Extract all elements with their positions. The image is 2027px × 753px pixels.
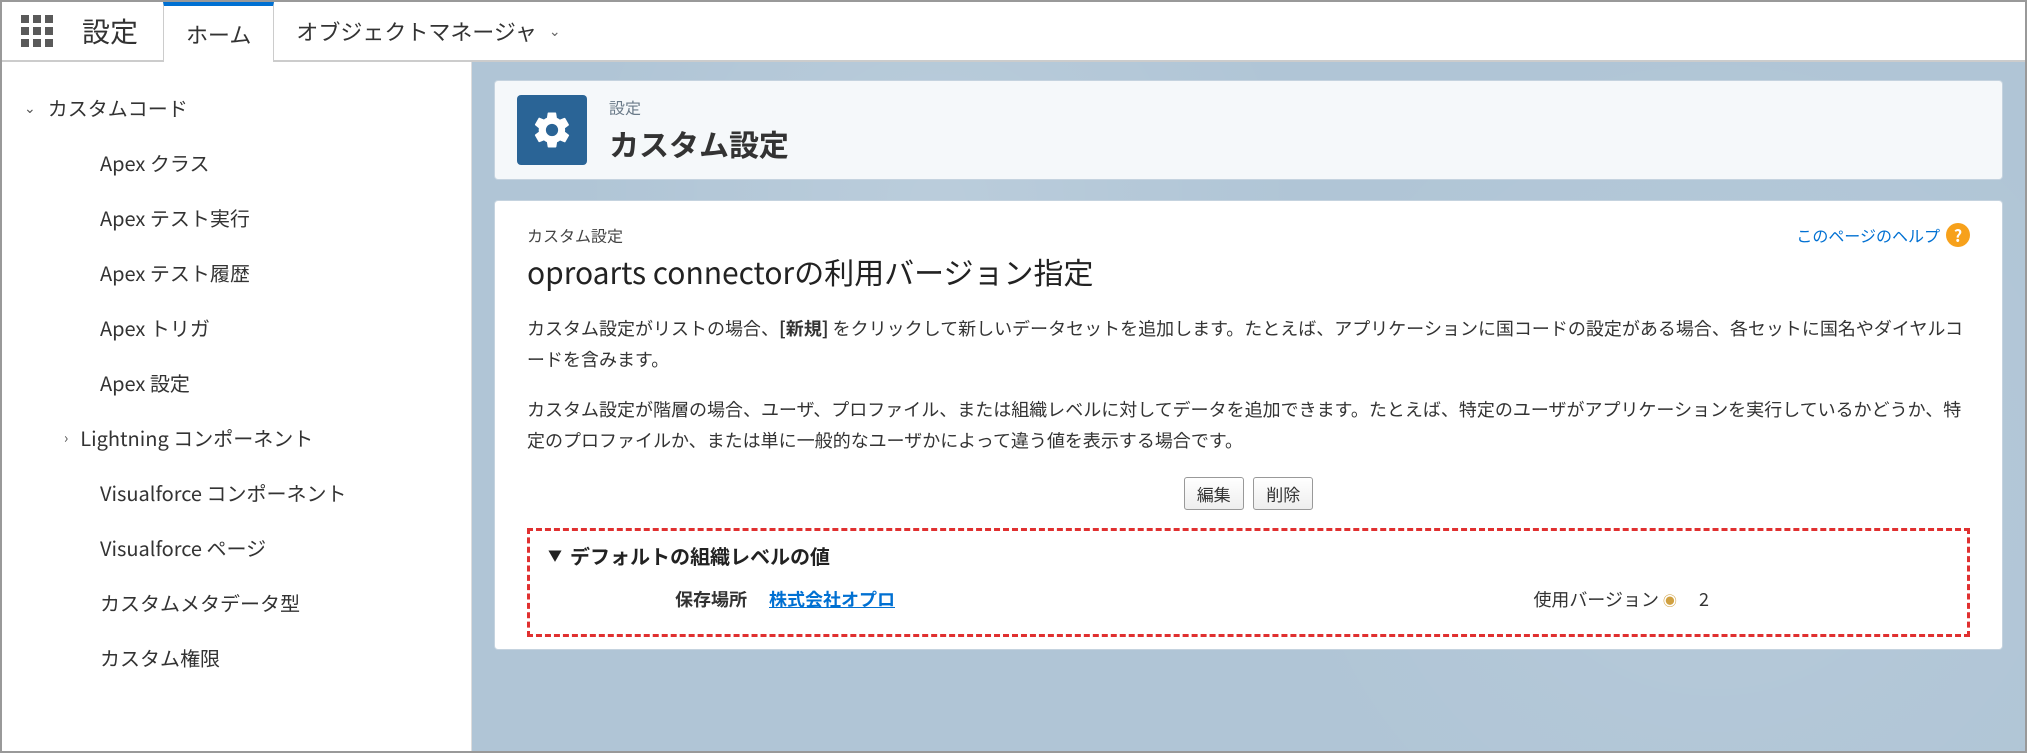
chevron-down-icon: ⌄ — [549, 21, 561, 41]
waffle-icon — [21, 15, 53, 47]
sidebar-item-custom-metadata[interactable]: カスタムメタデータ型 — [2, 575, 471, 630]
sidebar-section-label: カスタムコード — [48, 93, 188, 122]
sidebar-item-apex-settings[interactable]: Apex 設定 — [2, 355, 471, 410]
triangle-down-icon: ▼ — [548, 546, 562, 566]
detail-panel: カスタム設定 oproarts connectorの利用バージョン指定 このペー… — [494, 200, 2003, 650]
caret-down-icon: ⌄ — [24, 98, 36, 118]
caret-right-icon: › — [64, 428, 68, 448]
delete-button[interactable]: 削除 — [1253, 477, 1313, 510]
info-icon: ◉ — [1663, 591, 1677, 611]
location-label: 保存場所 — [548, 586, 769, 612]
panel-title: oproarts connectorの利用バージョン指定 — [527, 249, 1094, 293]
help-link[interactable]: このページのヘルプ ? — [1796, 223, 1970, 247]
tab-object-manager-label: オブジェクトマネージャ — [296, 15, 536, 47]
tab-home[interactable]: ホーム — [163, 2, 274, 62]
top-bar: 設定 ホーム オブジェクトマネージャ ⌄ — [2, 2, 2025, 62]
app-name: 設定 — [72, 2, 163, 60]
button-row: 編集 削除 — [527, 477, 1970, 510]
sidebar-item-apex-test-run[interactable]: Apex テスト実行 — [2, 190, 471, 245]
sidebar-item-vf-component[interactable]: Visualforce コンポーネント — [2, 465, 471, 520]
sidebar-item-vf-page[interactable]: Visualforce ページ — [2, 520, 471, 575]
description-1: カスタム設定がリストの場合、[新規] をクリックして新しいデータセットを追加しま… — [527, 313, 1970, 374]
sidebar-section-lightning[interactable]: › Lightning コンポーネント — [2, 410, 471, 465]
app-launcher-button[interactable] — [2, 2, 72, 60]
version-value: 2 — [1699, 586, 1949, 612]
sidebar-item-custom-permission[interactable]: カスタム権限 — [2, 630, 471, 685]
page-title: カスタム設定 — [609, 121, 789, 165]
sidebar-item-apex-trigger[interactable]: Apex トリガ — [2, 300, 471, 355]
tab-object-manager[interactable]: オブジェクトマネージャ ⌄ — [274, 2, 582, 60]
sidebar: ⌄ カスタムコード Apex クラス Apex テスト実行 Apex テスト履歴… — [2, 62, 472, 751]
content-area: 設定 カスタム設定 カスタム設定 oproarts connectorの利用バー… — [472, 62, 2025, 751]
location-value-link[interactable]: 株式会社オプロ — [769, 586, 1019, 612]
version-label: 使用バージョン◉ — [1449, 586, 1699, 612]
edit-button[interactable]: 編集 — [1184, 477, 1244, 510]
page-crumb: 設定 — [609, 95, 789, 119]
section-title: デフォルトの組織レベルの値 — [570, 541, 830, 570]
default-org-values-section: ▼ デフォルトの組織レベルの値 保存場所 株式会社オプロ 使用バージョン◉ 2 — [527, 528, 1970, 637]
help-link-label: このページのヘルプ — [1796, 223, 1940, 247]
sidebar-section-lightning-label: Lightning コンポーネント — [80, 423, 313, 452]
gear-icon — [517, 95, 587, 165]
help-icon: ? — [1946, 223, 1970, 247]
sidebar-section-custom-code[interactable]: ⌄ カスタムコード — [2, 80, 471, 135]
section-header[interactable]: ▼ デフォルトの組織レベルの値 — [548, 541, 1949, 570]
panel-crumb: カスタム設定 — [527, 223, 1094, 247]
sidebar-item-apex-class[interactable]: Apex クラス — [2, 135, 471, 190]
page-header: 設定 カスタム設定 — [494, 80, 2003, 180]
tab-home-label: ホーム — [186, 18, 251, 50]
sidebar-item-apex-test-history[interactable]: Apex テスト履歴 — [2, 245, 471, 300]
description-2: カスタム設定が階層の場合、ユーザ、プロファイル、または組織レベルに対してデータを… — [527, 394, 1970, 455]
